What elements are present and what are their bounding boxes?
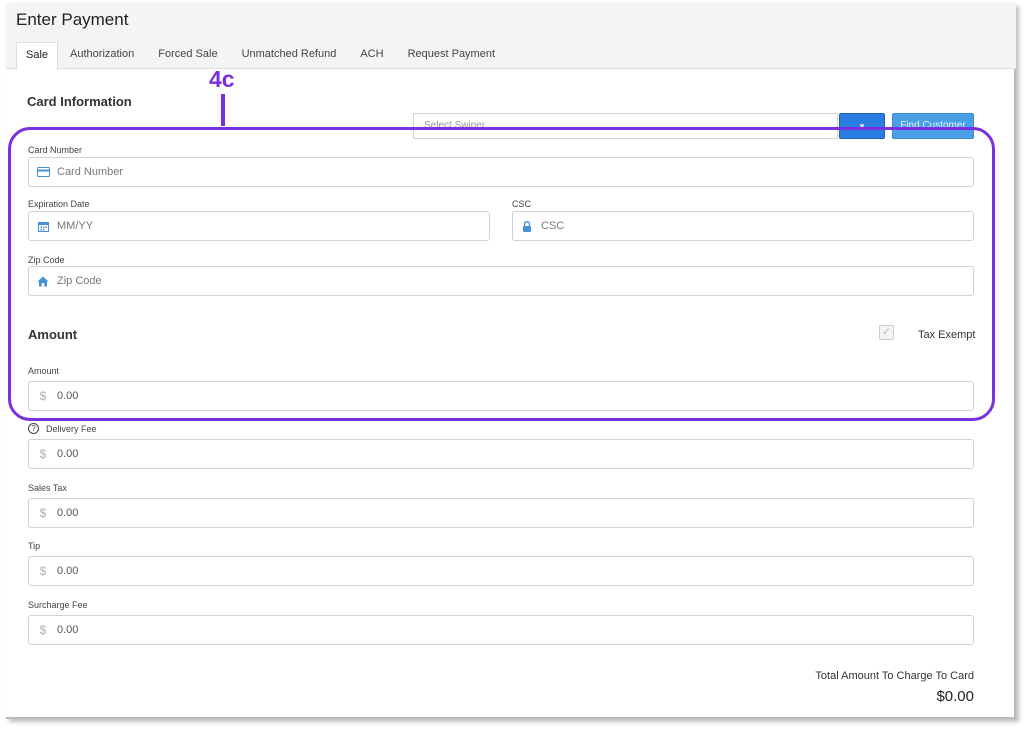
- delivery-fee-label: Delivery Fee: [46, 424, 97, 434]
- lock-icon: [513, 220, 541, 232]
- payment-tabs: Sale Authorization Forced Sale Unmatched…: [16, 42, 507, 70]
- sales-tax-input[interactable]: $ 0.00: [28, 498, 974, 528]
- home-icon: [29, 276, 57, 287]
- card-number-placeholder: Card Number: [57, 166, 124, 178]
- tab-authorization[interactable]: Authorization: [58, 42, 146, 70]
- sales-tax-value: 0.00: [57, 507, 79, 519]
- sales-tax-label: Sales Tax: [28, 483, 67, 493]
- tab-request-payment[interactable]: Request Payment: [396, 42, 507, 70]
- amount-input[interactable]: $ 0.00: [28, 381, 974, 411]
- dollar-icon: $: [39, 389, 47, 403]
- tax-exempt-checkbox[interactable]: ✓: [879, 325, 894, 340]
- select-swiper-dropdown[interactable]: Select Swiper: [413, 113, 838, 139]
- page-header: Enter Payment Sale Authorization Forced …: [6, 3, 1016, 70]
- surcharge-fee-input[interactable]: $ 0.00: [28, 615, 974, 645]
- tab-unmatched-refund[interactable]: Unmatched Refund: [230, 42, 349, 70]
- credit-card-icon: [29, 167, 57, 177]
- delivery-fee-value: 0.00: [57, 448, 79, 460]
- tip-value: 0.00: [57, 565, 79, 577]
- card-number-input[interactable]: Card Number: [28, 157, 974, 187]
- csc-placeholder: CSC: [541, 220, 565, 232]
- zip-code-input[interactable]: Zip Code: [28, 266, 974, 296]
- csc-input[interactable]: CSC: [512, 211, 974, 241]
- page-title: Enter Payment: [16, 10, 129, 29]
- tab-sale[interactable]: Sale: [16, 42, 59, 70]
- enter-payment-panel: Enter Payment Sale Authorization Forced …: [6, 3, 1016, 719]
- dollar-icon: $: [39, 447, 47, 461]
- find-customer-button[interactable]: Find Customer: [892, 113, 974, 139]
- zip-code-placeholder: Zip Code: [57, 275, 102, 287]
- delivery-fee-input[interactable]: $ 0.00: [28, 439, 974, 469]
- dollar-icon: $: [39, 506, 47, 520]
- dollar-icon: $: [39, 564, 47, 578]
- expiration-date-placeholder: MM/YY: [57, 220, 94, 232]
- surcharge-fee-value: 0.00: [57, 624, 79, 636]
- card-information-title: Card Information: [27, 94, 132, 109]
- tip-input[interactable]: $ 0.00: [28, 556, 974, 586]
- total-amount-value: $0.00: [936, 688, 974, 705]
- tax-exempt-label: Tax Exempt: [918, 329, 976, 341]
- dollar-icon: $: [39, 623, 47, 637]
- zip-code-label: Zip Code: [28, 255, 65, 265]
- calendar-icon: [29, 221, 57, 232]
- annotation-pointer: [221, 94, 225, 126]
- surcharge-fee-label: Surcharge Fee: [28, 600, 88, 610]
- amount-value: 0.00: [57, 390, 79, 402]
- total-amount-label: Total Amount To Charge To Card: [815, 670, 974, 682]
- help-icon[interactable]: ?: [28, 423, 39, 434]
- card-number-label: Card Number: [28, 145, 83, 155]
- tab-ach[interactable]: ACH: [348, 42, 395, 70]
- csc-label: CSC: [512, 199, 532, 209]
- expiration-date-label: Expiration Date: [28, 199, 90, 209]
- expiration-date-input[interactable]: MM/YY: [28, 211, 490, 241]
- swiper-dropdown-button[interactable]: ▾: [839, 113, 885, 139]
- annotation-label: 4c: [209, 66, 235, 92]
- amount-section-title: Amount: [28, 327, 78, 342]
- tip-label: Tip: [28, 541, 41, 551]
- amount-label: Amount: [28, 366, 60, 376]
